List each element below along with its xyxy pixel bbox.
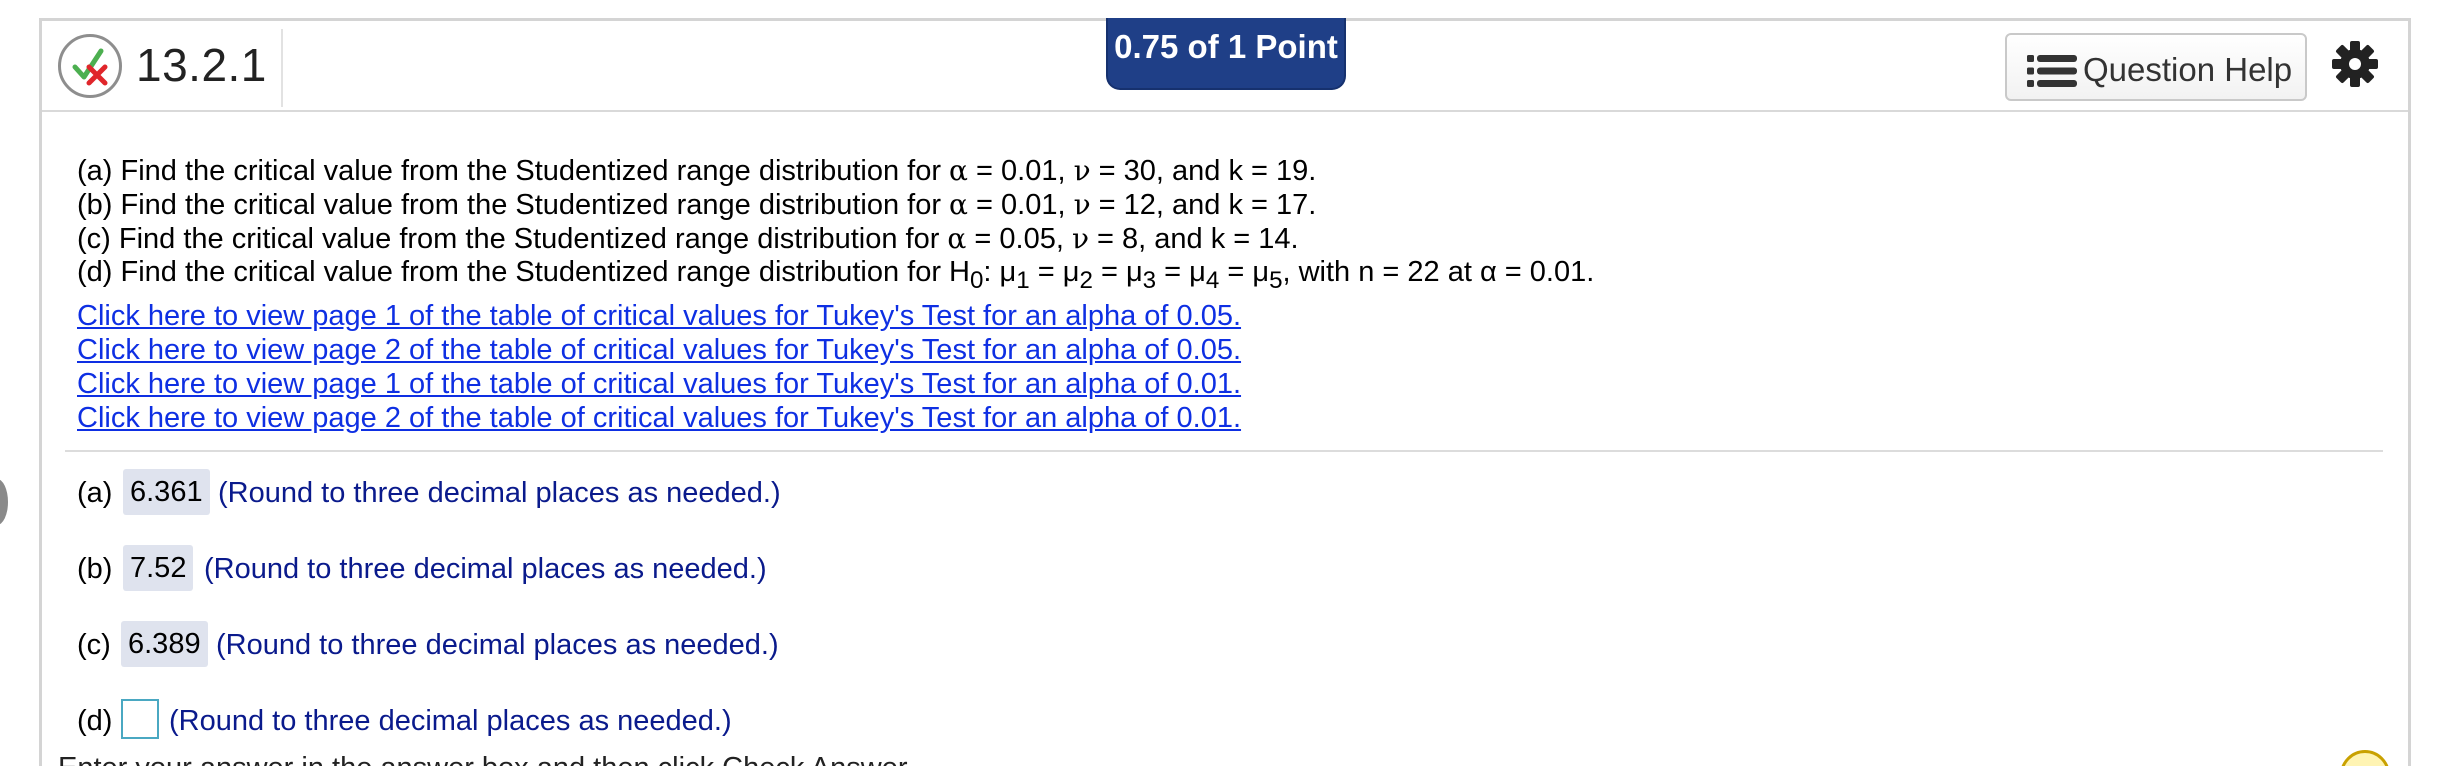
answer-hint: (Round to three decimal places as needed… xyxy=(169,705,732,737)
answer-label: (c) xyxy=(77,629,111,661)
score-badge: 0.75 of 1 Point xyxy=(1106,18,1346,90)
question-c: (c) Find the critical value from the Stu… xyxy=(77,222,1299,255)
answer-b-value[interactable]: 7.52 xyxy=(123,545,194,591)
answer-label: (b) xyxy=(77,553,113,585)
table-link-1[interactable]: Click here to view page 1 of the table o… xyxy=(77,300,1241,333)
question-d: (d) Find the critical value from the Stu… xyxy=(77,256,1595,294)
gear-icon[interactable] xyxy=(2330,39,2380,89)
side-tab[interactable] xyxy=(0,479,8,525)
question-b: (b) Find the critical value from the Stu… xyxy=(77,188,1317,221)
answer-a-value[interactable]: 6.361 xyxy=(123,469,210,515)
partially-correct-icon xyxy=(58,34,122,98)
question-help-label: Question Help xyxy=(2083,51,2293,88)
question-a: (a) Find the critical value from the Stu… xyxy=(77,154,1317,187)
divider xyxy=(281,29,283,107)
question-header: 13.2.1 0.75 of 1 Point Question Help xyxy=(42,18,2408,112)
question-help-button[interactable]: Question Help xyxy=(2005,33,2307,101)
question-number: 13.2.1 xyxy=(136,39,267,91)
table-link-3[interactable]: Click here to view page 1 of the table o… xyxy=(77,368,1241,401)
answer-hint: (Round to three decimal places as needed… xyxy=(216,629,779,661)
table-link-4[interactable]: Click here to view page 2 of the table o… xyxy=(77,402,1241,435)
divider xyxy=(65,450,2383,452)
list-icon xyxy=(2027,55,2077,87)
question-panel: 13.2.1 0.75 of 1 Point Question Help (a)… xyxy=(39,18,2411,766)
answer-label: (d) xyxy=(77,705,113,737)
answer-c-value[interactable]: 6.389 xyxy=(121,621,208,667)
answer-hint: (Round to three decimal places as needed… xyxy=(218,477,781,509)
answer-d-input[interactable] xyxy=(121,699,159,739)
instruction-text: Enter your answer in the answer box and … xyxy=(58,752,914,766)
answer-label: (a) xyxy=(77,477,113,509)
answer-hint: (Round to three decimal places as needed… xyxy=(204,553,767,585)
table-link-2[interactable]: Click here to view page 2 of the table o… xyxy=(77,334,1241,367)
